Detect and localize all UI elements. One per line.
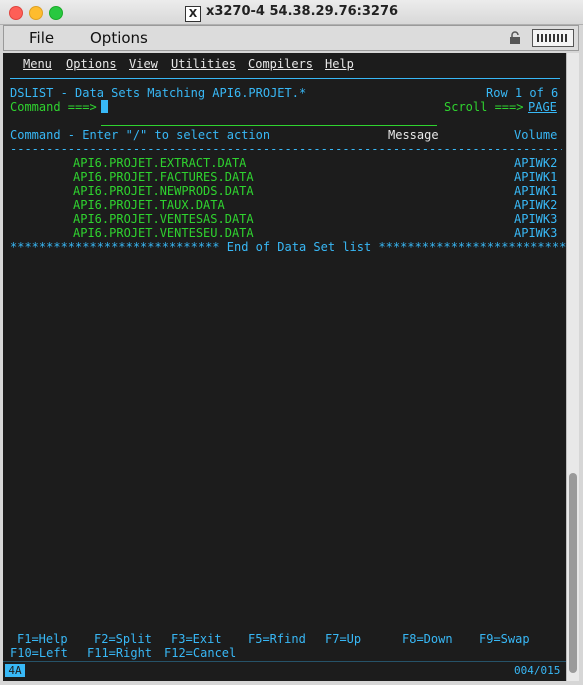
ispf-menu-options[interactable]: Options xyxy=(66,57,117,71)
dataset-name[interactable]: API6.PROJET.NEWPRODS.DATA xyxy=(73,184,254,198)
x11-icon: X xyxy=(184,6,201,22)
window-title-wrap: Xx3270-4 54.38.29.76:3276 xyxy=(0,4,583,22)
file-menu[interactable]: File xyxy=(29,29,54,47)
options-menu[interactable]: Options xyxy=(90,29,148,47)
scroll-label: Scroll ===> xyxy=(444,100,524,114)
dataset-volume: APIWK2 xyxy=(514,156,558,170)
dataset-name[interactable]: API6.PROJET.FACTURES.DATA xyxy=(73,170,254,184)
pf3-key[interactable]: F3=Exit xyxy=(171,632,222,646)
dataset-volume: APIWK1 xyxy=(514,184,558,198)
ispf-menu-menu[interactable]: Menu xyxy=(23,57,52,71)
dataset-volume: APIWK2 xyxy=(514,198,558,212)
pf1-key[interactable]: F1=Help xyxy=(17,632,68,646)
command-label: Command ===> xyxy=(10,100,97,114)
title-bar: Xx3270-4 54.38.29.76:3276 xyxy=(0,0,583,25)
terminal-screen[interactable]: Menu Options View Utilities Compilers He… xyxy=(3,53,566,681)
ispf-menu-help[interactable]: Help xyxy=(325,57,354,71)
dataset-volume: APIWK1 xyxy=(514,170,558,184)
lock-icon[interactable] xyxy=(508,31,522,45)
menu-separator xyxy=(10,78,560,79)
command-input[interactable] xyxy=(101,113,437,126)
pf7-key[interactable]: F7=Up xyxy=(325,632,361,646)
pf8-key[interactable]: F8=Down xyxy=(402,632,453,646)
panel-title: DSLIST - Data Sets Matching API6.PROJET.… xyxy=(10,86,307,100)
pf11-key[interactable]: F11=Right xyxy=(87,646,152,660)
terminal-window: Xx3270-4 54.38.29.76:3276 File Options M… xyxy=(0,0,583,685)
row-info: Row 1 of 6 xyxy=(486,86,559,100)
text-cursor xyxy=(101,100,108,113)
window-title: x3270-4 54.38.29.76:3276 xyxy=(205,4,399,19)
pf5-key[interactable]: F5=Rfind xyxy=(248,632,306,646)
app-menubar: File Options xyxy=(3,25,579,51)
end-of-list-marker: ***************************** End of Dat… xyxy=(10,240,566,254)
column-header-command: Command - Enter "/" to select action xyxy=(10,128,271,142)
pf10-key[interactable]: F10=Left xyxy=(10,646,68,660)
ispf-menu-compilers[interactable]: Compilers xyxy=(248,57,313,71)
ispf-menu-utilities[interactable]: Utilities xyxy=(171,57,236,71)
pf2-key[interactable]: F2=Split xyxy=(94,632,152,646)
pf12-key[interactable]: F12=Cancel xyxy=(164,646,236,660)
dataset-volume: APIWK3 xyxy=(514,226,558,240)
oia-divider xyxy=(3,661,566,662)
header-divider: ----------------------------------------… xyxy=(10,142,562,156)
cursor-position: 004/015 xyxy=(514,664,561,677)
dataset-name[interactable]: API6.PROJET.TAUX.DATA xyxy=(73,198,225,212)
ispf-menu-view[interactable]: View xyxy=(129,57,158,71)
dataset-name[interactable]: API6.PROJET.VENTESAS.DATA xyxy=(73,212,254,226)
column-header-message: Message xyxy=(388,128,439,142)
keyboard-icon[interactable] xyxy=(532,29,574,47)
scrollbar-thumb[interactable] xyxy=(569,473,577,673)
dataset-name[interactable]: API6.PROJET.EXTRACT.DATA xyxy=(73,156,246,170)
column-header-volume: Volume xyxy=(514,128,558,142)
dataset-volume: APIWK3 xyxy=(514,212,558,226)
dataset-name[interactable]: API6.PROJET.VENTESEU.DATA xyxy=(73,226,254,240)
scroll-amount-field[interactable]: PAGE xyxy=(528,100,557,114)
pf9-key[interactable]: F9=Swap xyxy=(479,632,530,646)
oia-mode-indicator: 4A xyxy=(5,664,25,677)
vertical-scrollbar[interactable] xyxy=(566,53,579,681)
